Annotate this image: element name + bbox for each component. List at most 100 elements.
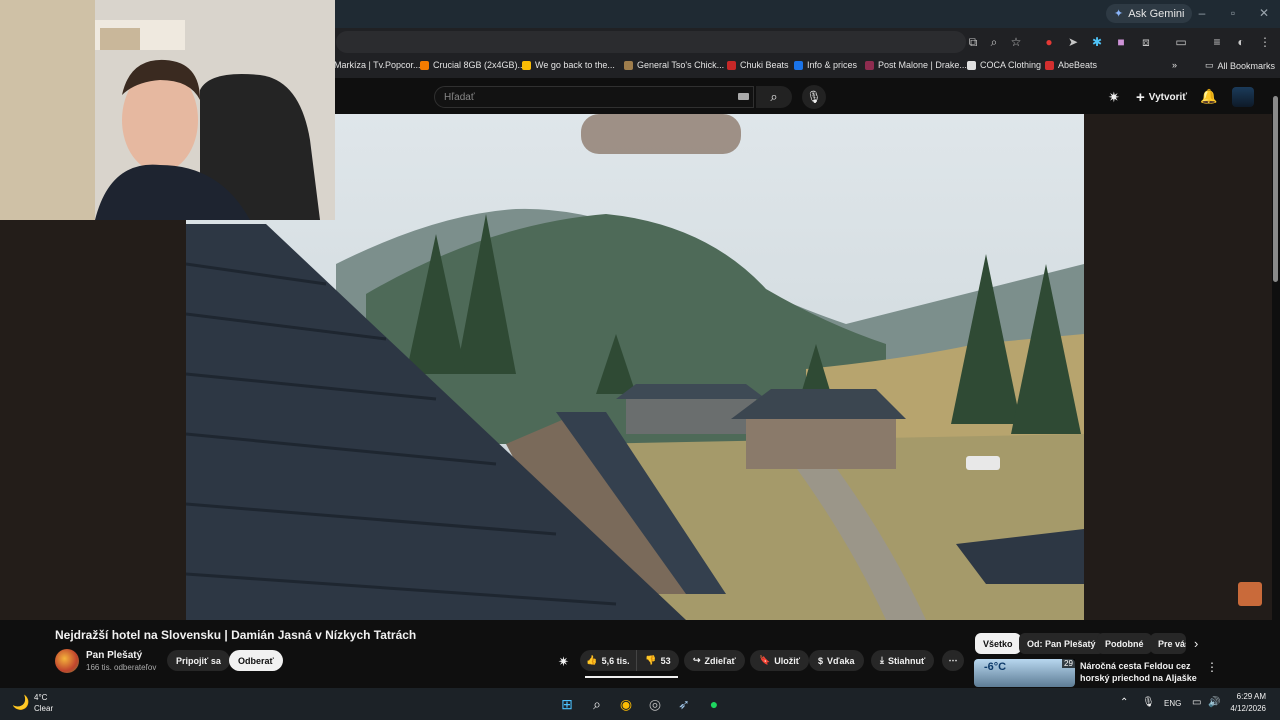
bookmark-item[interactable]: Post Malone | Drake... [865, 60, 967, 70]
reading-list-icon[interactable]: ≡ [1208, 33, 1226, 51]
chip-all[interactable]: Všetko [975, 633, 1021, 654]
clock-time[interactable]: 6:29 AM [1234, 692, 1266, 701]
extension-grey-icon[interactable]: ➤ [1064, 33, 1082, 51]
thanks-icon: $ [818, 655, 824, 666]
recommendation-thumbnail[interactable]: -6°C [974, 659, 1075, 687]
channel-name[interactable]: Pan Plešatý [86, 650, 142, 661]
address-bar[interactable] [336, 31, 966, 53]
windows-start-icon[interactable]: ⊞ [556, 693, 578, 715]
chrome-icon[interactable]: ◉ [615, 693, 637, 715]
channel-watermark[interactable] [1238, 582, 1262, 606]
ask-gemini-label: Ask Gemini [1128, 7, 1185, 20]
more-actions-button[interactable]: ⋯ [942, 650, 964, 671]
steam-icon[interactable]: ➶ [673, 693, 695, 715]
tray-volume-icon[interactable]: 🔊 [1208, 697, 1220, 708]
save-button[interactable]: 🔖 Uložiť [750, 650, 810, 671]
plus-icon: + [1136, 88, 1145, 106]
microphone-icon: 🎙 [806, 90, 822, 104]
download-button[interactable]: ⤓ Stiahnuť [871, 650, 935, 671]
chips-next-icon[interactable]: › [1194, 636, 1198, 651]
bookmark-star-icon[interactable]: ☆ [1007, 33, 1025, 51]
bookmark-favicon-icon [624, 60, 633, 70]
language-indicator[interactable]: ENG [1164, 699, 1181, 708]
search-icon: ⌕ [770, 89, 778, 104]
close-icon[interactable]: ✕ [1256, 5, 1272, 21]
bookmark-favicon-icon [1045, 60, 1054, 70]
spotify-icon[interactable]: ● [703, 693, 725, 715]
bookmark-item[interactable]: AbeBeats [1045, 60, 1097, 70]
clock-date[interactable]: 4/12/2026 [1222, 704, 1266, 713]
search-button[interactable]: ⌕ [756, 86, 792, 108]
taskbar-search-icon[interactable]: ⌕ [586, 693, 608, 715]
bookmark-item[interactable]: Crucial 8GB (2x4GB)... [420, 60, 525, 70]
app-icon[interactable]: ◎ [644, 693, 666, 715]
recommendation-menu-icon[interactable]: ⋮ [1206, 660, 1218, 674]
voice-search-button[interactable]: 🎙 [802, 85, 826, 109]
zoom-icon[interactable]: ⌕ [985, 33, 1003, 51]
browser-menu-icon[interactable]: ⋮ [1256, 33, 1274, 51]
like-button[interactable]: 👍 5,6 tis. [580, 650, 636, 671]
extension-blue-icon[interactable]: ✱ [1088, 33, 1106, 51]
bookmark-item[interactable]: We go back to the... [522, 60, 615, 70]
bookmark-item[interactable]: COCA Clothing [967, 60, 1041, 70]
bookmark-favicon-icon [865, 60, 874, 70]
create-button[interactable]: + Vytvoriť [1136, 88, 1187, 106]
bookmark-favicon-icon [794, 60, 803, 70]
minimize-icon[interactable]: – [1194, 5, 1210, 21]
extensions-puzzle-icon[interactable]: ⧈ [1137, 33, 1155, 51]
thanks-button[interactable]: $ Vďaka [809, 650, 864, 671]
ambient-right [1084, 114, 1274, 620]
bookmark-favicon-icon [420, 60, 429, 70]
join-button[interactable]: Pripojiť sa [167, 650, 230, 671]
bookmark-favicon-icon [727, 60, 736, 70]
dislike-button[interactable]: 👎 53 [636, 650, 679, 671]
all-bookmarks-button[interactable]: ▭ All Bookmarks [1205, 60, 1275, 71]
restore-icon[interactable]: ▫ [1225, 5, 1241, 21]
extension-purple-icon[interactable]: ■ [1112, 33, 1130, 51]
chip-for-you[interactable]: Pre vás [1150, 633, 1186, 654]
weather-description[interactable]: Clear [34, 704, 53, 713]
thumbs-down-icon: 👎 [645, 655, 657, 665]
bookmark-favicon-icon [522, 60, 531, 70]
search-input[interactable]: Hľadať [434, 86, 754, 108]
bookmark-icon: 🔖 [759, 655, 771, 665]
bookmark-item[interactable]: Info & prices [794, 60, 857, 70]
share-icon: ↪ [693, 655, 701, 665]
chip-related[interactable]: Podobné [1097, 633, 1152, 654]
bookmark-item[interactable]: Chuki Beats [727, 60, 789, 70]
webcam-image [0, 0, 335, 220]
webcam-overlay [0, 0, 335, 220]
extension-red-icon[interactable]: ● [1040, 33, 1058, 51]
chip-from-channel[interactable]: Od: Pan Plešatý [1019, 633, 1104, 654]
video-title: Nejdražší hotel na Slovensku | Damián Ja… [55, 628, 417, 642]
tray-network-icon[interactable]: ▭ [1192, 697, 1201, 708]
gemini-icon: ✦ [1114, 8, 1124, 20]
thumbs-up-icon: 👍 [586, 655, 598, 665]
channel-avatar[interactable] [55, 649, 79, 673]
tray-overflow-icon[interactable]: ⌃ [1120, 697, 1128, 708]
ask-ai-icon[interactable]: ✷ [558, 654, 569, 670]
weather-temperature[interactable]: 4°C [34, 693, 47, 702]
weather-moon-icon[interactable]: 🌙 [12, 694, 29, 711]
notifications-bell-icon[interactable]: 🔔 [1200, 88, 1217, 105]
install-app-icon[interactable]: ⧉ [964, 33, 982, 51]
profile-avatar-icon[interactable]: ◐ [1232, 33, 1250, 51]
tray-mic-icon[interactable]: 🎙 [1142, 697, 1155, 708]
bookmarks-overflow-icon[interactable]: » [1172, 60, 1177, 70]
bookmark-item[interactable]: Markíza | Tv.Popcor... [334, 60, 421, 70]
folder-icon: ▭ [1205, 60, 1214, 70]
keyboard-icon[interactable] [738, 93, 749, 100]
ask-gemini-button[interactable]: ✦ Ask Gemini [1106, 4, 1193, 23]
recommendation-duration: 29 [1062, 659, 1075, 668]
subscribe-button[interactable]: Odberať [229, 650, 283, 671]
share-button[interactable]: ↪ Zdieľať [684, 650, 745, 671]
download-icon: ⤓ [880, 655, 884, 665]
more-icon: ⋯ [948, 655, 958, 665]
subscriber-count: 166 tis. odberateľov [86, 663, 157, 672]
account-avatar[interactable] [1232, 87, 1254, 107]
bookmark-item[interactable]: General Tso's Chick... [624, 60, 724, 70]
cast-icon[interactable]: ▭ [1172, 33, 1190, 51]
cast-gear-icon[interactable]: ✷ [1108, 89, 1120, 106]
windows-taskbar [0, 688, 1280, 720]
scrollbar-thumb[interactable] [1273, 96, 1278, 282]
